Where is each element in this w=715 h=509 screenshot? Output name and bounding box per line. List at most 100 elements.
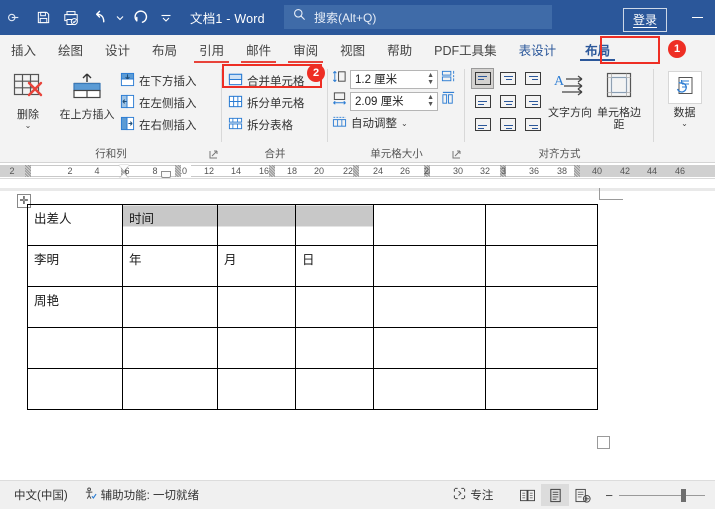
horizontal-ruler[interactable]: 2 2 4 6 8 10 12 14 16 18 20 22 24 26 28: [0, 163, 715, 179]
table-cell[interactable]: [485, 204, 598, 246]
tab-review[interactable]: 审阅: [282, 42, 329, 64]
align-middle-right-button[interactable]: [521, 91, 544, 112]
tab-view[interactable]: 视图: [329, 42, 376, 64]
insert-right-button[interactable]: 在右侧插入: [118, 114, 201, 136]
align-top-right-button[interactable]: [521, 68, 544, 89]
undo-icon[interactable]: [86, 5, 112, 31]
split-cells-button[interactable]: 拆分单元格: [226, 92, 309, 114]
table-cell[interactable]: [122, 368, 218, 410]
insert-below-button[interactable]: 在下方插入: [118, 70, 201, 92]
language-status[interactable]: 中文(中国): [6, 484, 76, 506]
table-row[interactable]: 李明 年 月 日: [27, 245, 598, 287]
table-row[interactable]: [27, 327, 598, 369]
table-cell[interactable]: [485, 245, 598, 287]
table-cell[interactable]: [485, 286, 598, 328]
web-layout-view-button[interactable]: [569, 484, 597, 506]
merge-cells-button[interactable]: 合并单元格: [226, 70, 309, 92]
table-cell[interactable]: 年: [122, 245, 218, 287]
table-cell[interactable]: [373, 286, 486, 328]
save-icon[interactable]: [30, 5, 56, 31]
insert-above-button[interactable]: 在上方插入: [56, 68, 118, 122]
tab-draw[interactable]: 绘图: [47, 42, 94, 64]
row-height-stepper[interactable]: ▲ ▼: [427, 72, 434, 86]
table-cell[interactable]: [373, 204, 486, 246]
table-cell[interactable]: [485, 368, 598, 410]
table-cell[interactable]: [122, 286, 218, 328]
data-button[interactable]: 数据 ⌄: [659, 68, 711, 128]
undo-dropdown-icon[interactable]: [114, 5, 126, 31]
accessibility-status[interactable]: 辅助功能: 一切就绪: [76, 484, 207, 506]
table-cell[interactable]: [295, 204, 374, 246]
table-cell[interactable]: 日: [295, 245, 374, 287]
table-cell[interactable]: [217, 368, 296, 410]
table-cell[interactable]: [122, 327, 218, 369]
table-cell[interactable]: 时间: [122, 204, 218, 246]
table-row[interactable]: 出差人 时间: [27, 204, 598, 246]
distribute-rows-icon[interactable]: [441, 69, 456, 89]
tab-layout[interactable]: 布局: [141, 42, 188, 64]
tab-help[interactable]: 帮助: [376, 42, 423, 64]
table-cell[interactable]: [295, 286, 374, 328]
tab-table-design[interactable]: 表设计: [508, 42, 568, 64]
hanging-indent-marker[interactable]: [119, 173, 129, 178]
first-line-indent-marker[interactable]: [119, 165, 129, 171]
table-cell[interactable]: [27, 368, 123, 410]
column-width-input[interactable]: 2.09 厘米 ▲ ▼: [350, 91, 438, 111]
table-cell[interactable]: [485, 327, 598, 369]
sign-in-button[interactable]: 登录: [622, 8, 667, 32]
tab-references[interactable]: 引用: [188, 42, 235, 64]
insert-left-button[interactable]: 在左侧插入: [118, 92, 201, 114]
row-height-input[interactable]: 1.2 厘米 ▲ ▼: [350, 69, 438, 89]
zoom-control[interactable]: −: [605, 488, 715, 503]
search-input[interactable]: 搜索(Alt+Q): [284, 5, 552, 29]
table-cell[interactable]: [373, 368, 486, 410]
table-cell[interactable]: [373, 245, 486, 287]
table-cell[interactable]: [373, 327, 486, 369]
split-table-button[interactable]: 拆分表格: [226, 114, 309, 136]
align-bottom-center-button[interactable]: [496, 114, 519, 135]
table-cell[interactable]: [295, 368, 374, 410]
redo-icon[interactable]: [128, 5, 154, 31]
autofit-button[interactable]: 自动调整 ⌄: [332, 112, 412, 134]
cell-size-dialog-launcher[interactable]: [451, 150, 462, 161]
table-cell[interactable]: [217, 204, 296, 246]
zoom-out-button[interactable]: −: [605, 488, 613, 503]
align-top-center-button[interactable]: [496, 68, 519, 89]
table-cell[interactable]: 月: [217, 245, 296, 287]
align-middle-center-button[interactable]: [496, 91, 519, 112]
tab-pdf-tools[interactable]: PDF工具集: [423, 42, 508, 64]
tab-layout-contextual[interactable]: 布局: [571, 42, 624, 64]
autosave-toggle-icon[interactable]: [2, 5, 28, 31]
minimize-button[interactable]: [683, 0, 711, 35]
tab-insert[interactable]: 插入: [0, 42, 47, 64]
align-bottom-left-button[interactable]: [471, 114, 494, 135]
column-width-stepper[interactable]: ▲ ▼: [427, 94, 434, 108]
print-preview-icon[interactable]: [58, 5, 84, 31]
zoom-slider-thumb[interactable]: [681, 488, 686, 502]
table-row[interactable]: [27, 368, 598, 410]
align-middle-left-button[interactable]: [471, 91, 494, 112]
table-cell[interactable]: [27, 327, 123, 369]
print-layout-view-button[interactable]: [541, 484, 570, 506]
rows-columns-dialog-launcher[interactable]: [208, 150, 219, 161]
table-cell[interactable]: [217, 327, 296, 369]
document-table[interactable]: 出差人 时间 李明 年 月 日 周艳: [27, 204, 598, 410]
focus-mode-button[interactable]: 专注: [445, 484, 501, 506]
table-cell[interactable]: 周艳: [27, 286, 123, 328]
document-page[interactable]: ✛ 出差人 时间 李明 年 月 日 周艳: [0, 188, 715, 480]
table-row[interactable]: 周艳: [27, 286, 598, 328]
tab-mailings[interactable]: 邮件: [235, 42, 282, 64]
table-resize-handle[interactable]: [597, 436, 610, 449]
text-direction-button[interactable]: A 文字方向: [545, 68, 595, 120]
table-cell[interactable]: [295, 327, 374, 369]
table-cell[interactable]: 李明: [27, 245, 123, 287]
zoom-slider[interactable]: [619, 488, 705, 502]
distribute-columns-icon[interactable]: [441, 91, 456, 111]
tab-design[interactable]: 设计: [94, 42, 141, 64]
document-area[interactable]: ✛ 出差人 时间 李明 年 月 日 周艳: [0, 188, 715, 480]
read-mode-view-button[interactable]: [513, 484, 541, 506]
align-bottom-right-button[interactable]: [521, 114, 544, 135]
left-indent-marker[interactable]: [161, 171, 171, 178]
table-cell[interactable]: [217, 286, 296, 328]
table-cell[interactable]: 出差人: [27, 204, 123, 246]
